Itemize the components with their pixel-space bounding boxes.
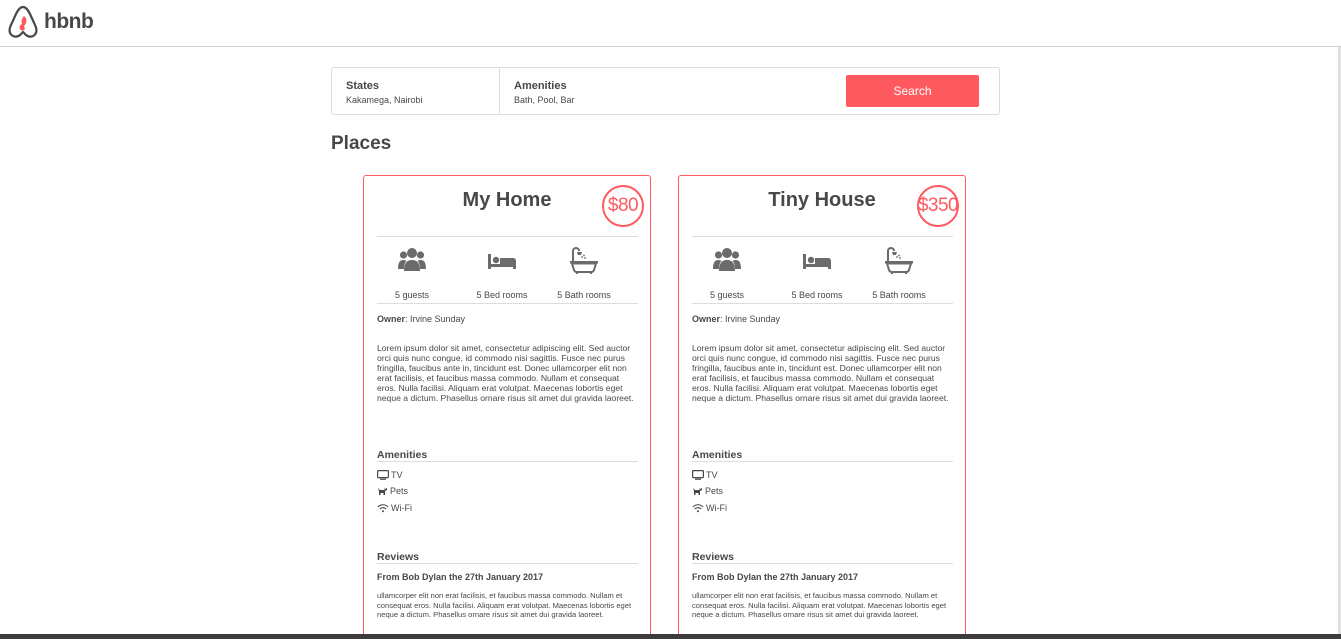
- tv-icon: [377, 470, 389, 480]
- bed-icon: [467, 247, 537, 275]
- amenity-label: Wi-Fi: [391, 503, 412, 513]
- amenity-pets: Pets: [692, 486, 723, 496]
- guests-label: 5 guests: [709, 290, 745, 300]
- owner-label: Owner: [692, 314, 721, 324]
- amenity-wifi: Wi-Fi: [692, 503, 727, 513]
- divider: [377, 303, 638, 304]
- amenity-label: Wi-Fi: [706, 503, 727, 513]
- bedrooms-label: 5 Bed rooms: [791, 290, 843, 300]
- reviews-title: Reviews: [377, 551, 420, 563]
- place-card: My Home $80 5 guests 5 Bed rooms 5 Bath …: [363, 175, 651, 639]
- amenity-tv: TV: [692, 470, 718, 480]
- guests-label: 5 guests: [394, 290, 430, 300]
- logo[interactable]: hbnb: [8, 5, 94, 39]
- review-text: ullamcorper elit non erat facilisis, et …: [377, 591, 632, 620]
- wifi-icon: [692, 504, 704, 513]
- place-description: Lorem ipsum dolor sit amet, consectetur …: [692, 343, 949, 404]
- pets-icon: [378, 487, 387, 495]
- bathrooms-label: 5 Bath rooms: [557, 290, 611, 300]
- bathrooms-info: 5 Bath rooms: [864, 237, 934, 303]
- bottom-bar: [0, 634, 1341, 639]
- owner-name: : Irvine Sunday: [405, 314, 466, 324]
- bedrooms-info: 5 Bed rooms: [782, 237, 852, 303]
- states-filter-title: States: [346, 80, 380, 92]
- owner-name: : Irvine Sunday: [720, 314, 781, 324]
- bedrooms-label: 5 Bed rooms: [476, 290, 528, 300]
- owner-label: Owner: [377, 314, 406, 324]
- hbnb-logo-icon: [8, 5, 38, 38]
- review-heading: From Bob Dylan the 27th January 2017: [692, 572, 859, 582]
- filters-bar: States Kakamega, Nairobi Amenities Bath,…: [331, 67, 1000, 115]
- review-heading: From Bob Dylan the 27th January 2017: [377, 572, 544, 582]
- amenities-filter[interactable]: Amenities Bath, Pool, Bar: [500, 68, 800, 114]
- guests-icon: [692, 247, 762, 275]
- amenities-title: Amenities: [692, 449, 743, 461]
- review-text: ullamcorper elit non erat facilisis, et …: [692, 591, 947, 620]
- amenity-label: TV: [706, 470, 718, 480]
- place-info: 5 guests 5 Bed rooms 5 Bath rooms: [377, 237, 638, 303]
- bath-icon: [864, 247, 934, 275]
- amenity-pets: Pets: [377, 486, 408, 496]
- logo-text: hbnb: [44, 10, 94, 33]
- price-badge: $350: [917, 185, 959, 227]
- bathrooms-info: 5 Bath rooms: [549, 237, 619, 303]
- guests-info: 5 guests: [692, 237, 762, 303]
- divider: [692, 303, 953, 304]
- places-heading: Places: [331, 133, 392, 154]
- wifi-icon: [377, 504, 389, 513]
- pets-icon: [693, 487, 702, 495]
- divider: [692, 563, 953, 564]
- divider: [692, 461, 953, 462]
- site-header: hbnb: [0, 0, 1341, 47]
- tv-icon: [692, 470, 704, 480]
- place-description: Lorem ipsum dolor sit amet, consectetur …: [377, 343, 634, 404]
- bedrooms-info: 5 Bed rooms: [467, 237, 537, 303]
- price-badge: $80: [602, 185, 644, 227]
- states-filter[interactable]: States Kakamega, Nairobi: [332, 68, 500, 114]
- reviews-title: Reviews: [692, 551, 735, 563]
- amenities-title: Amenities: [377, 449, 428, 461]
- owner: Owner: Irvine Sunday: [692, 314, 780, 324]
- bathrooms-label: 5 Bath rooms: [872, 290, 926, 300]
- bed-icon: [782, 247, 852, 275]
- amenity-label: Pets: [390, 486, 409, 496]
- amenity-tv: TV: [377, 470, 403, 480]
- amenities-filter-title: Amenities: [514, 80, 567, 92]
- guests-icon: [377, 247, 447, 275]
- amenity-label: Pets: [705, 486, 724, 496]
- amenities-filter-value: Bath, Pool, Bar: [514, 95, 575, 105]
- divider: [377, 461, 638, 462]
- owner: Owner: Irvine Sunday: [377, 314, 465, 324]
- amenity-wifi: Wi-Fi: [377, 503, 412, 513]
- bath-icon: [549, 247, 619, 275]
- place-card: Tiny House $350 5 guests 5 Bed rooms 5 B…: [678, 175, 966, 639]
- amenity-label: TV: [391, 470, 403, 480]
- states-filter-value: Kakamega, Nairobi: [346, 95, 423, 105]
- search-button[interactable]: Search: [846, 75, 979, 107]
- place-info: 5 guests 5 Bed rooms 5 Bath rooms: [692, 237, 953, 303]
- divider: [377, 563, 638, 564]
- guests-info: 5 guests: [377, 237, 447, 303]
